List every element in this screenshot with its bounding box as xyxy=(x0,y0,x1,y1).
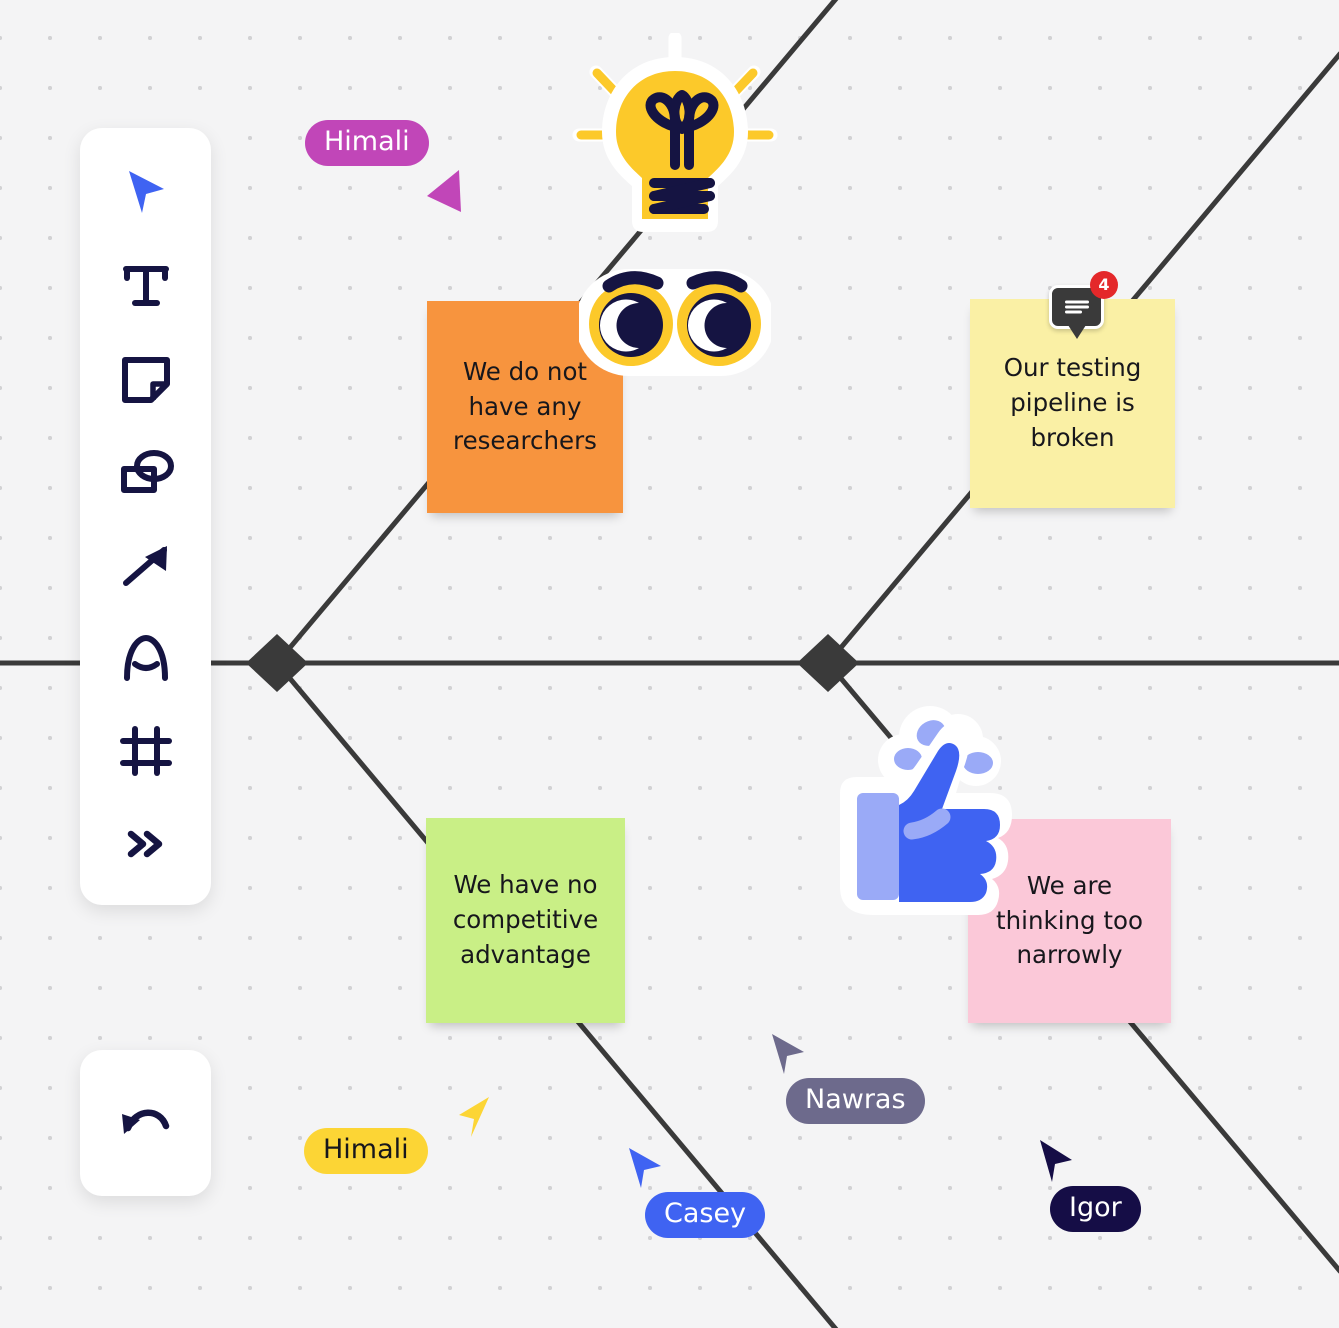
tool-select[interactable] xyxy=(110,162,182,224)
tool-frame[interactable] xyxy=(110,720,182,782)
cursor-label: Igor xyxy=(1050,1186,1141,1232)
undo-panel[interactable] xyxy=(80,1050,211,1196)
cursor-pointer-icon xyxy=(1040,1140,1072,1182)
comment-pin[interactable]: 4 xyxy=(1049,271,1118,329)
sticky-note-green[interactable]: We have no competitive advantage xyxy=(426,818,625,1023)
comment-lines-icon xyxy=(1064,300,1089,314)
undo-arrow-icon xyxy=(121,1109,169,1134)
cursor-tag-nawras: Nawras xyxy=(772,1034,925,1124)
node-left-diamond xyxy=(246,634,308,692)
cursor-arrow-icon xyxy=(128,171,164,213)
cursor-label: Casey xyxy=(645,1192,766,1238)
text-icon xyxy=(122,266,169,306)
tool-sticky-note[interactable] xyxy=(110,348,182,410)
cursor-tag-casey: Casey xyxy=(629,1148,766,1238)
thumbs-up-sticker[interactable] xyxy=(812,705,1024,933)
cursor-label: Himali xyxy=(304,1128,428,1174)
frame-icon xyxy=(119,726,172,776)
whiteboard-canvas[interactable]: We do not have any researchers Our testi… xyxy=(0,0,1339,1328)
sticky-note-icon xyxy=(121,357,170,403)
cursor-tag-himali-yellow: Himali xyxy=(304,1097,489,1174)
eyes-sticker[interactable] xyxy=(575,265,775,380)
tool-arrow[interactable] xyxy=(110,534,182,596)
cursor-pointer-icon xyxy=(427,170,461,212)
comment-count-badge: 4 xyxy=(1090,271,1118,299)
cursor-pointer-icon xyxy=(629,1148,661,1188)
cursor-pointer-icon xyxy=(772,1034,804,1074)
lightbulb-sticker[interactable] xyxy=(570,31,780,238)
tool-text[interactable] xyxy=(110,255,182,317)
shapes-icon xyxy=(120,450,174,493)
tool-more[interactable] xyxy=(110,813,182,875)
pen-curve-icon xyxy=(123,634,168,681)
tool-undo[interactable] xyxy=(110,1092,182,1154)
sticky-note-text: Our testing pipeline is broken xyxy=(1003,353,1142,452)
tool-shapes[interactable] xyxy=(110,441,182,503)
arrow-icon xyxy=(122,546,167,586)
chevron-double-right-icon xyxy=(127,830,162,858)
cursor-label: Himali xyxy=(305,120,429,166)
cursor-tag-himali-magenta: Himali xyxy=(305,120,461,212)
sticky-note-text: We have no competitive advantage xyxy=(452,870,599,969)
cursor-tag-igor: Igor xyxy=(1040,1140,1141,1232)
tool-pen[interactable] xyxy=(110,627,182,689)
node-right-diamond xyxy=(797,634,859,692)
cursor-pointer-icon xyxy=(459,1097,489,1137)
cursor-label: Nawras xyxy=(786,1078,925,1124)
creation-toolbar[interactable] xyxy=(80,128,211,905)
